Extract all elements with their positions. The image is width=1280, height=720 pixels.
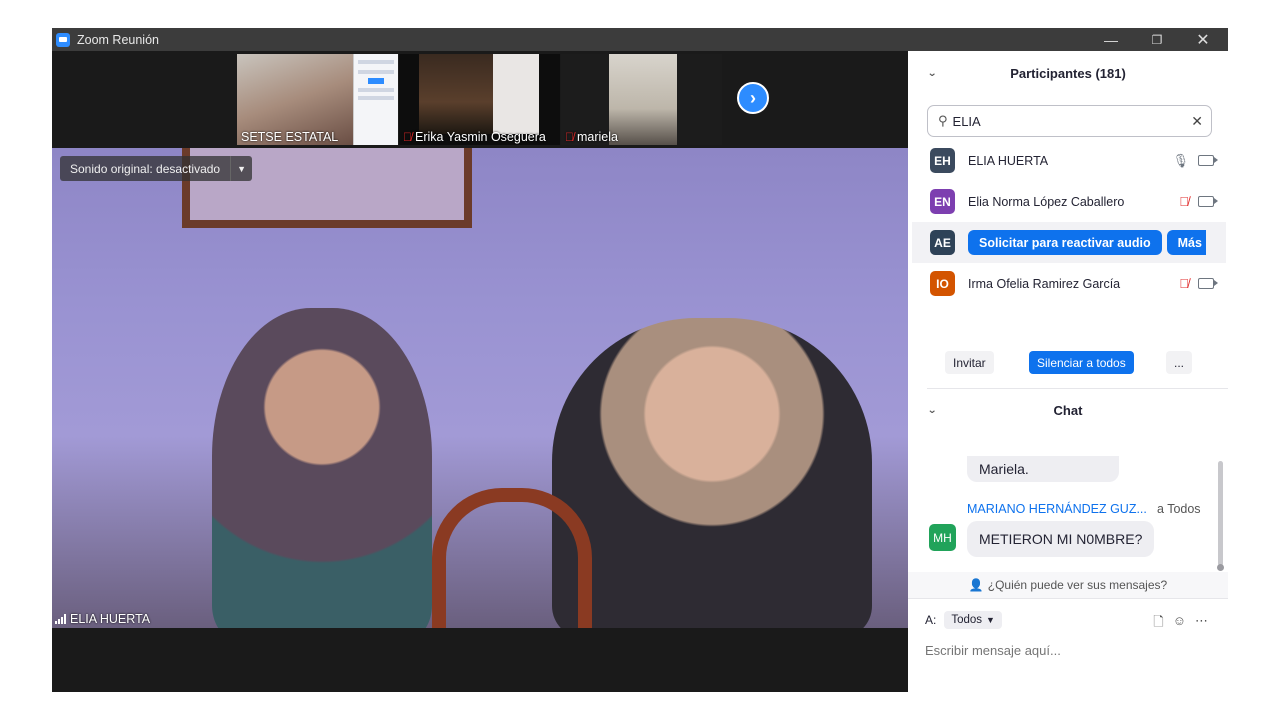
close-window-button[interactable]: ✕ <box>1180 28 1226 51</box>
recipient-select[interactable]: Todos ▼ <box>944 611 1002 629</box>
thumbnail-label: SETSE ESTATAL <box>237 130 342 144</box>
search-icon: ⚲ <box>938 113 948 128</box>
participant-row[interactable]: EN Elia Norma López Caballero 🎙̸ <box>912 181 1226 222</box>
participant-search[interactable]: ⚲ ✕ <box>927 105 1212 137</box>
video-camera-icon <box>1198 196 1218 207</box>
chat-recipient-label: a Todos <box>1157 502 1201 516</box>
participants-header: ⌄ Participantes (181) <box>908 60 1228 86</box>
who-sees-label: ¿Quién puede ver sus mensajes? <box>987 578 1168 592</box>
original-sound-label: Sonido original: desactivado <box>70 161 221 176</box>
signal-strength-icon <box>55 614 66 624</box>
avatar: IO <box>930 271 955 296</box>
chevron-down-icon: ▼ <box>986 615 995 625</box>
muted-mic-icon: 🎙̸ <box>403 130 412 144</box>
emoji-icon[interactable]: ☺ <box>1173 613 1186 635</box>
chat-header: ⌄ Chat <box>908 397 1228 423</box>
participant-status: 🎙̸ <box>1179 194 1218 209</box>
ask-to-unmute-button[interactable]: Solicitar para reactivar audio <box>968 230 1162 255</box>
muted-mic-icon: 🎙̸ <box>1179 276 1189 291</box>
chat-scrollbar[interactable] <box>1218 461 1223 566</box>
chat-sender-name[interactable]: MARIANO HERNÁNDEZ GUZ... <box>967 502 1147 516</box>
person-left <box>212 308 432 628</box>
video-feed <box>419 54 493 134</box>
chair <box>432 488 592 628</box>
thumbnail-label: 🎙̸ Erika Yasmin Oseguera <box>399 130 550 144</box>
meeting-area: SETSE ESTATAL 🎙̸ Erika Yasmin Oseguera 🎙… <box>52 51 908 692</box>
side-panel: ⌄ Participantes (181) ⚲ ✕ EH ELIA HUERTA… <box>908 51 1228 692</box>
more-options-button[interactable]: ... <box>1166 351 1193 374</box>
next-page-button[interactable]: › <box>737 82 769 114</box>
participant-name: mariela <box>577 130 618 144</box>
invite-button[interactable]: Invitar <box>945 351 994 374</box>
more-icon[interactable]: ⋯ <box>1195 613 1208 635</box>
video-camera-icon <box>1198 278 1218 289</box>
chat-compose: A: Todos ▼ 🗋 ☺ ⋯ <box>908 598 1228 692</box>
zoom-window: Zoom Reunión — ❐ ✕ SETSE ESTATAL 🎙̸ Erik… <box>52 28 1228 692</box>
video-feed-light <box>493 54 539 134</box>
participant-name: Irma Ofelia Ramirez García <box>968 276 1121 291</box>
participant-status: 🎙̸ <box>1179 276 1218 291</box>
recipient-row: A: Todos ▼ <box>925 611 1002 629</box>
zoom-logo-icon <box>56 32 70 47</box>
chat-tools: 🗋 ☺ ⋯ <box>1153 613 1208 635</box>
participant-status: 🎙 <box>1172 152 1218 169</box>
participant-row[interactable]: IO Irma Ofelia Ramirez García 🎙̸ <box>912 263 1226 304</box>
window-title: Zoom Reunión <box>77 32 159 47</box>
thumbnail-mariela[interactable]: 🎙̸ mariela <box>561 54 722 145</box>
active-speaker-video: Sonido original: desactivado ▼ ELIA HUER… <box>52 148 908 628</box>
file-icon[interactable]: 🗋 <box>1153 613 1163 635</box>
clear-search-icon[interactable]: ✕ <box>1191 113 1203 130</box>
muted-mic-icon: 🎙̸ <box>565 130 574 144</box>
more-button[interactable]: Más <box>1166 230 1206 255</box>
avatar: EH <box>930 148 955 173</box>
video-camera-icon <box>1198 155 1218 166</box>
chat-message-bubble: Mariela. <box>967 456 1119 482</box>
person-right <box>552 318 872 628</box>
thumbnail-erika[interactable]: 🎙̸ Erika Yasmin Oseguera <box>399 54 560 145</box>
speaker-name-tag: ELIA HUERTA <box>52 612 153 626</box>
participants-title: Participantes (181) <box>1010 65 1126 81</box>
chevron-down-icon[interactable]: ▼ <box>230 156 252 181</box>
section-divider <box>927 388 1228 389</box>
chevron-down-icon[interactable]: ⌄ <box>927 405 937 416</box>
title-bar: Zoom Reunión — ❐ ✕ <box>52 28 1228 51</box>
participant-name: Erika Yasmin Oseguera <box>415 130 546 144</box>
restore-button[interactable]: ❐ <box>1134 28 1180 51</box>
original-sound-toggle[interactable]: Sonido original: desactivado ▼ <box>60 156 253 181</box>
thumbnail-setse-estatal[interactable]: SETSE ESTATAL <box>237 54 398 145</box>
search-input[interactable] <box>952 113 1173 129</box>
participant-name: Elia Norma López Caballero <box>968 194 1125 209</box>
thumbnail-strip: SETSE ESTATAL 🎙̸ Erika Yasmin Oseguera 🎙… <box>52 51 908 148</box>
speaker-name: ELIA HUERTA <box>70 612 151 626</box>
thumbnail-label: 🎙̸ mariela <box>561 130 622 144</box>
participant-row[interactable]: EH ELIA HUERTA 🎙 <box>912 140 1226 181</box>
microphone-icon: 🎙 <box>1172 152 1189 168</box>
chat-message-bubble: METIERON MI N0MBRE? <box>967 521 1155 557</box>
mute-all-button[interactable]: Silenciar a todos <box>1029 351 1134 374</box>
minimize-button[interactable]: — <box>1088 28 1134 51</box>
chat-scrollbar-end <box>1217 564 1224 571</box>
chat-recipient: a Todos <box>1157 502 1201 516</box>
chat-title: Chat <box>1053 402 1083 418</box>
chat-message-input[interactable] <box>925 643 1215 658</box>
shared-screen-preview <box>353 54 398 145</box>
participant-name: SETSE ESTATAL <box>241 130 339 144</box>
person-info-icon: 👤 <box>968 578 984 592</box>
participant-name: ELIA HUERTA <box>968 153 1049 168</box>
recipient-value: Todos <box>951 614 983 626</box>
muted-mic-icon: 🎙̸ <box>1179 194 1189 209</box>
participant-row-hovered[interactable]: AE Solicitar para reactivar audio Más <box>912 222 1226 263</box>
chevron-down-icon[interactable]: ⌄ <box>927 68 937 79</box>
chevron-right-icon: › <box>750 87 756 108</box>
to-label: A: <box>925 613 937 627</box>
avatar: EN <box>930 189 955 214</box>
message-visibility-info[interactable]: 👤 ¿Quién puede ver sus mensajes? <box>908 572 1228 598</box>
chat-sender-avatar: MH <box>929 524 956 551</box>
avatar: AE <box>930 230 955 255</box>
